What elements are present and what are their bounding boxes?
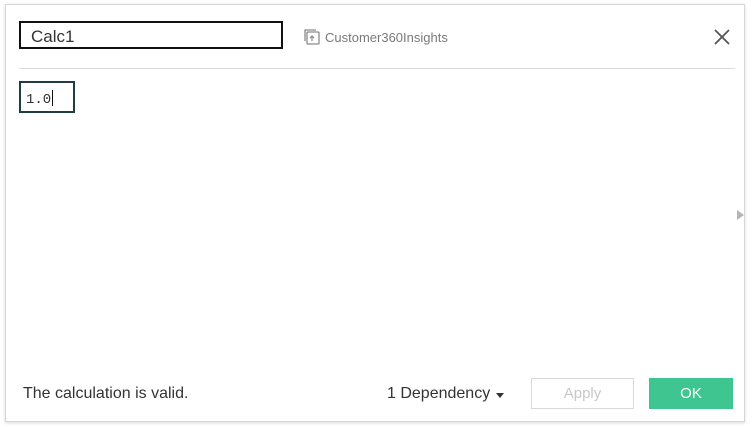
datasource-icon xyxy=(304,29,320,45)
calculation-name-input[interactable] xyxy=(19,21,283,49)
calculation-dialog: Customer360Insights 1.0 The calculation … xyxy=(5,4,745,422)
dependency-label: 1 Dependency xyxy=(387,385,491,402)
ok-button[interactable]: OK xyxy=(649,378,733,409)
datasource-label: Customer360Insights xyxy=(302,27,448,47)
dependency-dropdown[interactable]: 1 Dependency xyxy=(387,385,505,403)
datasource-name: Customer360Insights xyxy=(325,29,448,45)
header-divider xyxy=(19,68,735,69)
formula-text: 1.0 xyxy=(26,92,52,108)
text-caret xyxy=(52,90,54,106)
close-icon[interactable] xyxy=(711,26,733,48)
validation-status: The calculation is valid. xyxy=(23,385,189,402)
apply-button[interactable]: Apply xyxy=(531,378,634,409)
formula-editor[interactable]: 1.0 xyxy=(19,81,75,113)
chevron-down-icon xyxy=(496,392,505,398)
expand-arrow-icon[interactable] xyxy=(737,210,744,220)
